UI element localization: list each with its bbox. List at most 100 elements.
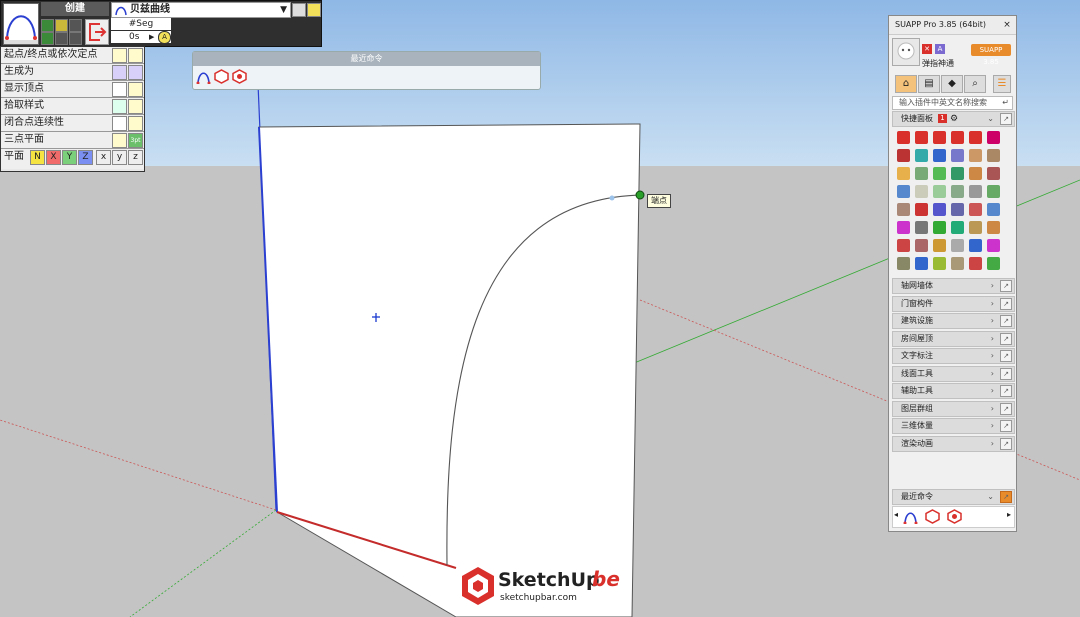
play-icon[interactable] [41, 19, 54, 32]
quick-icon-grid[interactable] [895, 129, 1011, 271]
play-small-icon: ▶ [149, 33, 155, 41]
popout-icon[interactable]: ↗ [1000, 113, 1012, 125]
curve-vertices-icon[interactable] [128, 82, 143, 97]
exit-icon[interactable] [85, 19, 109, 45]
recent-commands-header[interactable]: 最近命令 ⌄ ↗ [892, 489, 1015, 505]
smooth-closed-icon[interactable] [128, 116, 143, 131]
curve-icon[interactable] [112, 82, 127, 97]
version-badge[interactable]: SUAPP 3.85 [971, 44, 1011, 66]
redo-icon[interactable] [69, 32, 82, 45]
section-header-2[interactable]: 建筑设施 › ↗ [892, 313, 1015, 329]
option-row-three-point-plane: 三点平面 3pt [1, 132, 144, 149]
section-header-5[interactable]: 线面工具 › ↗ [892, 366, 1015, 382]
popout-icon[interactable]: ↗ [1000, 403, 1012, 415]
bezier-tool-icon[interactable] [3, 3, 39, 45]
popout-icon[interactable]: ↗ [1000, 333, 1012, 345]
section-label: 轴网墙体 [901, 281, 933, 290]
popout-icon[interactable]: ↗ [1000, 491, 1012, 503]
suapp-command-icon[interactable] [214, 69, 229, 87]
section-header-0[interactable]: 轴网墙体 › ↗ [892, 278, 1015, 294]
quick-panel-label: 快捷面板 [901, 114, 933, 123]
chevron-down-icon[interactable]: ⌄ [987, 112, 994, 126]
section-header-1[interactable]: 门窗构件 › ↗ [892, 296, 1015, 312]
keyboard-tab-icon[interactable]: ▤ [918, 75, 940, 93]
home-tab-icon[interactable]: ⌂ [895, 75, 917, 93]
popout-icon[interactable]: ↗ [1000, 438, 1012, 450]
section-header-9[interactable]: 渲染动画 › ↗ [892, 436, 1015, 452]
list-tab-icon[interactable]: ☰ [993, 75, 1011, 93]
chevron-right-icon: › [990, 369, 994, 378]
segment-field[interactable]: 0s ▶ A [111, 31, 171, 44]
hexagon-alt-icon[interactable] [128, 65, 143, 80]
axis-n-button[interactable]: N [30, 150, 45, 165]
scroll-left-icon[interactable]: ◂ [894, 510, 898, 519]
chevron-right-icon: › [990, 299, 994, 308]
section-header-3[interactable]: 房间屋顶 › ↗ [892, 331, 1015, 347]
gear-icon[interactable]: ⚙ [950, 112, 958, 126]
endpoint-mode-icon[interactable] [112, 48, 127, 63]
endpoint-tooltip: 端点 [647, 194, 671, 208]
axis-lz-button[interactable]: z [128, 150, 143, 165]
section-header-7[interactable]: 图层群组 › ↗ [892, 401, 1015, 417]
axis-z-button[interactable]: Z [78, 150, 93, 165]
cross-plane-icon[interactable] [112, 133, 127, 148]
suapp-panel: SUAPP Pro 3.85 (64bit) × ✕ A 弹指神通 SUAPP … [888, 15, 1017, 532]
bezier-command-icon[interactable] [903, 509, 918, 527]
popout-icon[interactable]: ↗ [1000, 420, 1012, 432]
bezier-control-point[interactable] [609, 195, 615, 201]
avatar[interactable] [892, 38, 920, 66]
undo-icon[interactable] [55, 32, 68, 45]
endpoint-marker[interactable] [635, 190, 645, 200]
username[interactable]: 弹指神通 [922, 58, 954, 69]
pick-line-icon[interactable] [128, 99, 143, 114]
chevron-down-icon[interactable]: ⌄ [987, 490, 994, 504]
watermark-url: sketchupbar.com [500, 593, 577, 603]
popout-icon[interactable]: ↗ [1000, 315, 1012, 327]
save-icon[interactable] [292, 3, 306, 17]
search-tab-icon[interactable]: ⌕ [964, 75, 986, 93]
popout-icon[interactable]: ↗ [1000, 350, 1012, 362]
popout-icon[interactable]: ↗ [1000, 368, 1012, 380]
scroll-right-icon[interactable]: ▸ [1007, 510, 1011, 519]
section-header-6[interactable]: 辅助工具 › ↗ [892, 383, 1015, 399]
curve-type-select[interactable]: 贝兹曲线 ▼ [111, 2, 291, 18]
section-label: 门窗构件 [901, 299, 933, 308]
popout-icon[interactable]: ↗ [1000, 385, 1012, 397]
pick-point-icon[interactable] [112, 99, 127, 114]
option-row-endpoints: 起点/终点或依次定点 [1, 47, 144, 64]
pencil-icon[interactable] [55, 19, 68, 32]
bezier-command-icon[interactable] [196, 69, 211, 87]
suapp-command-icon[interactable] [925, 509, 940, 527]
close-icon[interactable] [69, 19, 82, 32]
three-point-icon[interactable]: 3pt [128, 133, 143, 148]
axis-ly-button[interactable]: y [112, 150, 127, 165]
section-header-4[interactable]: 文字标注 › ↗ [892, 348, 1015, 364]
axis-lx-button[interactable]: x [96, 150, 111, 165]
axis-x-button[interactable]: X [46, 150, 61, 165]
section-header-8[interactable]: 三维体量 › ↗ [892, 418, 1015, 434]
chevron-right-icon: › [990, 316, 994, 325]
chevron-right-icon: › [990, 281, 994, 290]
closed-curve-icon[interactable] [112, 116, 127, 131]
section-label: 建筑设施 [901, 316, 933, 325]
sequential-mode-icon[interactable] [128, 48, 143, 63]
section-label: 线面工具 [901, 369, 933, 378]
step-down-icon[interactable] [41, 32, 54, 45]
close-icon[interactable]: × [1001, 19, 1013, 31]
quick-panel-header[interactable]: 快捷面板 1 ⚙ ⌄ ↗ [892, 111, 1015, 127]
hexagon-icon[interactable] [112, 65, 127, 80]
suapp-title-text: SUAPP Pro 3.85 (64bit) [895, 20, 987, 29]
auto-badge[interactable]: A [158, 31, 171, 44]
axis-y-button[interactable]: Y [62, 150, 77, 165]
hexagon-command-icon[interactable] [947, 509, 962, 527]
hexagon-command-icon[interactable] [232, 69, 247, 87]
popout-icon[interactable]: ↗ [1000, 280, 1012, 292]
paint-tab-icon[interactable]: ◆ [941, 75, 963, 93]
option-label: 平面 [4, 151, 24, 162]
option-row-closure: 闭合点连续性 [1, 115, 144, 132]
option-row-pick-style: 拾取样式 [1, 98, 144, 115]
search-placeholder: 输入插件中英文名称搜索 [899, 98, 987, 107]
popout-icon[interactable]: ↗ [1000, 298, 1012, 310]
plugin-search-input[interactable]: 输入插件中英文名称搜索 ↵ [892, 96, 1013, 110]
gear-icon[interactable] [307, 3, 321, 17]
